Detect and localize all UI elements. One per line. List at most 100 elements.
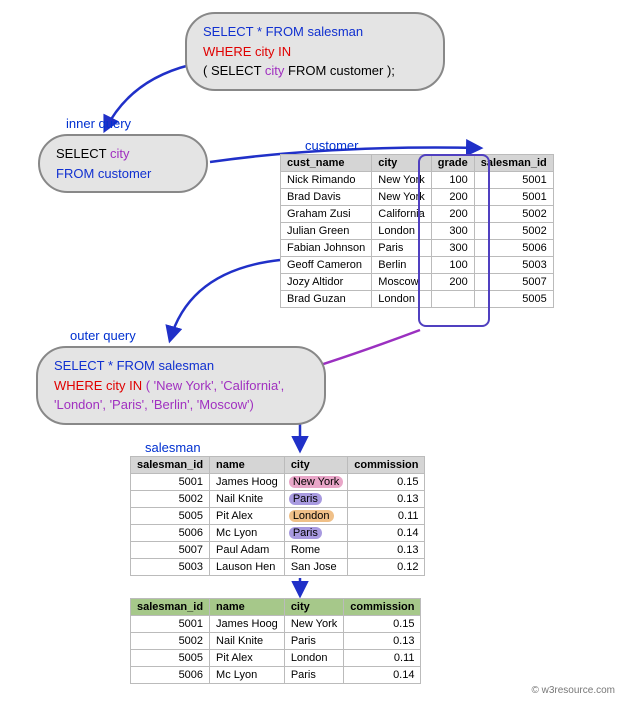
table-cell: 5005 xyxy=(474,291,553,308)
table-row: 5003Lauson HenSan Jose0.12 xyxy=(131,559,425,576)
table-cell: Fabian Johnson xyxy=(281,240,372,257)
table-cell: 0.12 xyxy=(348,559,425,576)
sql-text: FROM customer ); xyxy=(284,63,395,78)
table-cell: London xyxy=(372,223,431,240)
table-cell: Brad Guzan xyxy=(281,291,372,308)
table-row: Brad GuzanLondon5005 xyxy=(281,291,554,308)
inner-query-label: inner query xyxy=(66,116,131,131)
table-cell: 200 xyxy=(431,189,474,206)
table-cell: Julian Green xyxy=(281,223,372,240)
table-cell: 5002 xyxy=(474,223,553,240)
table-cell: 5003 xyxy=(474,257,553,274)
table-cell: Brad Davis xyxy=(281,189,372,206)
table-row: Fabian JohnsonParis3005006 xyxy=(281,240,554,257)
table-cell: 100 xyxy=(431,257,474,274)
col-header: name xyxy=(210,457,285,474)
table-cell: 0.13 xyxy=(344,633,421,650)
table-cell: 5005 xyxy=(131,508,210,525)
table-cell: Paul Adam xyxy=(210,542,285,559)
table-cell: Nick Rimando xyxy=(281,172,372,189)
table-cell: Lauson Hen xyxy=(210,559,285,576)
col-header: salesman_id xyxy=(131,457,210,474)
table-row: 5006Mc LyonParis0.14 xyxy=(131,667,421,684)
table-cell: London xyxy=(284,650,343,667)
table-cell: Paris xyxy=(284,667,343,684)
table-cell: 5001 xyxy=(474,172,553,189)
table-row: Julian GreenLondon3005002 xyxy=(281,223,554,240)
table-cell: 200 xyxy=(431,206,474,223)
table-cell: 0.11 xyxy=(348,508,425,525)
table-cell: Berlin xyxy=(372,257,431,274)
table-row: Brad DavisNew York2005001 xyxy=(281,189,554,206)
customer-table-label: customer xyxy=(305,138,358,153)
col-header: cust_name xyxy=(281,155,372,172)
table-cell: 5002 xyxy=(131,633,210,650)
table-cell: 5005 xyxy=(131,650,210,667)
table-cell: Paris xyxy=(284,491,347,508)
table-row: 5005Pit AlexLondon0.11 xyxy=(131,508,425,525)
table-cell: Graham Zusi xyxy=(281,206,372,223)
inner-query-bubble: SELECT city FROM customer xyxy=(38,134,208,193)
table-cell: 5001 xyxy=(131,616,210,633)
col-header: commission xyxy=(348,457,425,474)
table-row: 5002Nail KniteParis0.13 xyxy=(131,633,421,650)
col-header: city xyxy=(284,457,347,474)
sql-text: city xyxy=(265,63,285,78)
table-row: 5002Nail KniteParis0.13 xyxy=(131,491,425,508)
outer-query-bubble: SELECT * FROM salesman WHERE city IN ( '… xyxy=(36,346,326,425)
table-cell: 5007 xyxy=(474,274,553,291)
table-cell: 0.15 xyxy=(344,616,421,633)
table-cell: Rome xyxy=(284,542,347,559)
table-cell: James Hoog xyxy=(210,616,285,633)
credit-text: © w3resource.com xyxy=(531,685,615,696)
result-table: salesman_idnamecitycommission5001James H… xyxy=(130,598,421,684)
table-cell: New York xyxy=(372,189,431,206)
table-cell: 0.13 xyxy=(348,491,425,508)
table-cell: Nail Knite xyxy=(210,633,285,650)
table-cell: 5002 xyxy=(474,206,553,223)
sql-text: SELECT xyxy=(56,146,110,161)
sql-text: city xyxy=(110,146,130,161)
table-cell: Pit Alex xyxy=(210,650,285,667)
table-cell: 200 xyxy=(431,274,474,291)
table-cell: 5007 xyxy=(131,542,210,559)
table-cell: Paris xyxy=(284,525,347,542)
table-row: Nick RimandoNew York1005001 xyxy=(281,172,554,189)
col-header: grade xyxy=(431,155,474,172)
table-cell: Paris xyxy=(284,633,343,650)
table-cell: 300 xyxy=(431,240,474,257)
table-cell: New York xyxy=(372,172,431,189)
sql-text: FROM customer xyxy=(56,166,151,181)
table-row: Graham ZusiCalifornia2005002 xyxy=(281,206,554,223)
table-cell: James Hoog xyxy=(210,474,285,491)
table-cell: Mc Lyon xyxy=(210,667,285,684)
table-cell: California xyxy=(372,206,431,223)
table-row: 5005Pit AlexLondon0.11 xyxy=(131,650,421,667)
col-header: name xyxy=(210,599,285,616)
table-row: Jozy AltidorMoscow2005007 xyxy=(281,274,554,291)
diagram-canvas: SELECT * FROM salesman WHERE city IN ( S… xyxy=(10,10,621,700)
table-cell: 0.11 xyxy=(344,650,421,667)
table-cell: Pit Alex xyxy=(210,508,285,525)
col-header: city xyxy=(372,155,431,172)
outer-query-label: outer query xyxy=(70,328,136,343)
sql-text: WHERE city IN xyxy=(203,44,291,59)
table-cell: London xyxy=(284,508,347,525)
col-header: salesman_id xyxy=(474,155,553,172)
table-cell: Moscow xyxy=(372,274,431,291)
table-cell: 5001 xyxy=(474,189,553,206)
table-row: 5001James HoogNew York0.15 xyxy=(131,616,421,633)
table-cell: San Jose xyxy=(284,559,347,576)
table-cell: 5006 xyxy=(131,667,210,684)
salesman-table-label: salesman xyxy=(145,440,201,455)
table-cell: Nail Knite xyxy=(210,491,285,508)
table-cell: Jozy Altidor xyxy=(281,274,372,291)
sql-text: SELECT * FROM salesman xyxy=(203,24,363,39)
table-row: 5006Mc LyonParis0.14 xyxy=(131,525,425,542)
sql-text: SELECT * FROM salesman xyxy=(54,358,214,373)
table-cell: 5003 xyxy=(131,559,210,576)
table-row: 5007Paul AdamRome0.13 xyxy=(131,542,425,559)
table-cell: 0.13 xyxy=(348,542,425,559)
table-cell: 5006 xyxy=(131,525,210,542)
table-cell: Mc Lyon xyxy=(210,525,285,542)
